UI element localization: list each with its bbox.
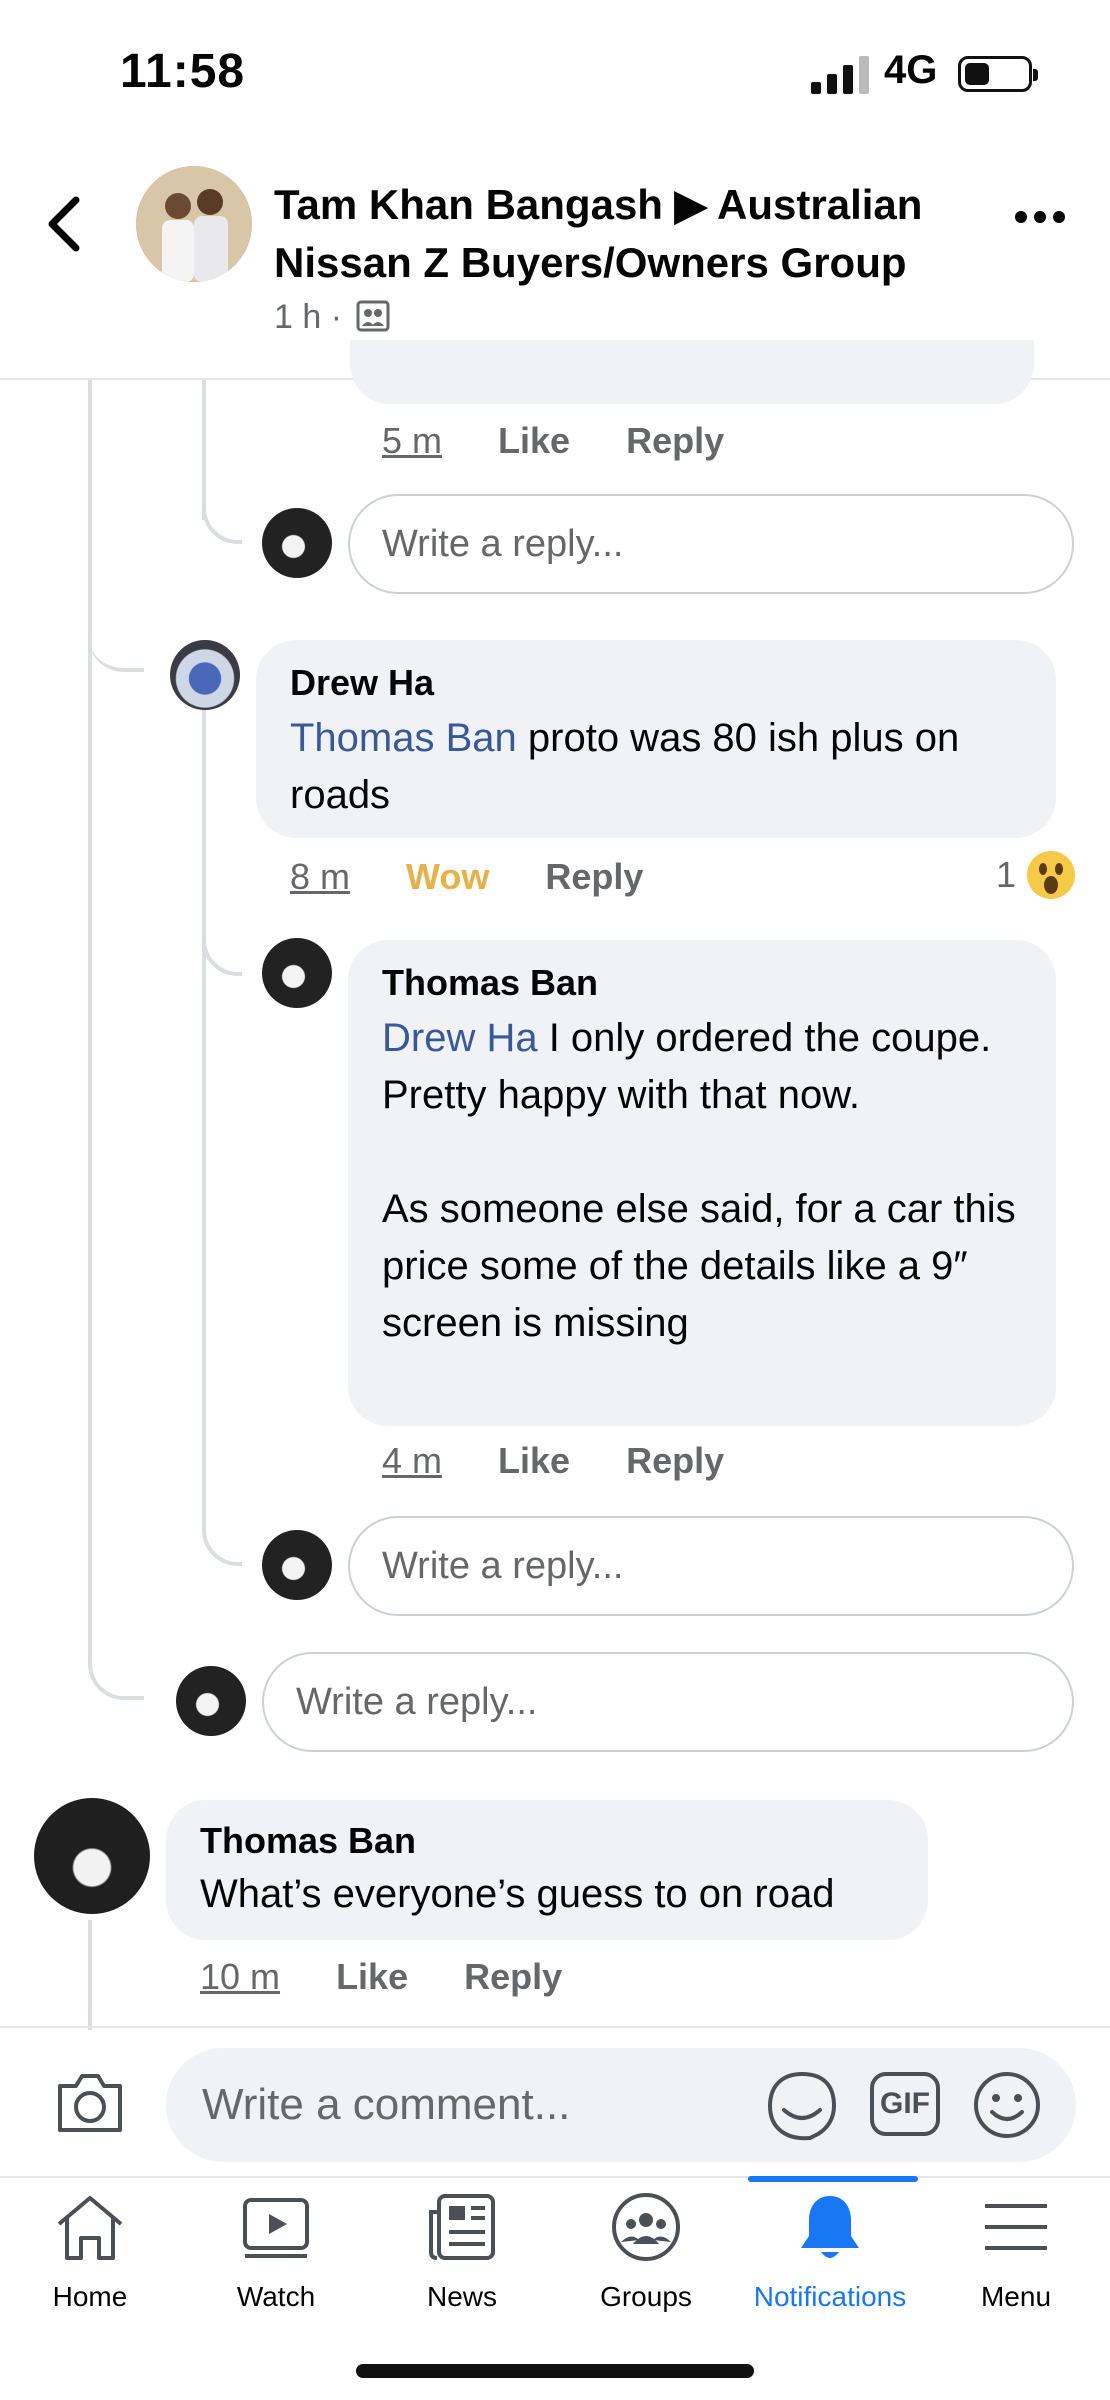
menu-icon — [985, 2204, 1047, 2250]
like-button[interactable]: Like — [336, 1956, 408, 1997]
reply-button[interactable]: Reply — [626, 1440, 724, 1481]
comment-author[interactable]: Thomas Ban — [382, 962, 1022, 1004]
back-arrow-icon[interactable] — [44, 196, 84, 252]
wow-emoji-icon — [1027, 851, 1076, 899]
sticker-icon[interactable] — [766, 2070, 838, 2142]
reply-button[interactable]: Reply — [464, 1956, 562, 1997]
tab-groups[interactable]: Groups — [556, 2192, 736, 2313]
camera-icon[interactable] — [54, 2072, 126, 2134]
post-time: 1 h · — [274, 298, 343, 336]
comment-actions: 4 m Like Reply — [382, 1440, 770, 1482]
comment-author[interactable]: Thomas Ban — [200, 1820, 894, 1862]
comment-time[interactable]: 10 m — [200, 1956, 280, 1997]
comment-text: Thomas Ban proto was 80 ish plus on road… — [290, 710, 1022, 824]
tab-label: News — [426, 2281, 497, 2312]
thread-connector — [88, 560, 144, 672]
thread-connector — [202, 1490, 242, 1566]
thread-connector — [202, 470, 242, 544]
avatar[interactable] — [170, 640, 240, 710]
bell-icon — [801, 2196, 859, 2258]
network-label: 4G — [884, 48, 938, 92]
thread-line-bottom — [88, 1920, 92, 2030]
tab-menu[interactable]: Menu — [926, 2192, 1106, 2313]
nav-divider — [0, 2176, 1110, 2178]
comment-placeholder: Write a comment... — [202, 2080, 571, 2129]
more-options-icon[interactable] — [1014, 210, 1066, 224]
reaction-count: 1 — [996, 854, 1017, 895]
comment-actions: 10 m Like Reply — [200, 1956, 608, 1998]
composer-divider — [0, 2026, 1110, 2028]
thread-line-inner — [202, 690, 206, 1490]
comment-bubble: Thomas Ban What’s everyone’s guess to on… — [166, 1800, 928, 1940]
wow-reaction-button[interactable]: Wow — [406, 856, 489, 897]
comment-actions: 8 m Wow Reply — [290, 856, 689, 898]
tab-label: Notifications — [753, 2281, 907, 2312]
user-avatar — [262, 508, 332, 578]
mention-link[interactable]: Drew Ha — [382, 1016, 538, 1060]
comment-text: What’s everyone’s guess to on road — [200, 1872, 835, 1916]
thread-connector — [202, 900, 242, 976]
user-avatar — [262, 1530, 332, 1600]
post-meta: 1 h · — [274, 298, 390, 337]
comment-time[interactable]: 5 m — [382, 420, 442, 461]
comment-time[interactable]: 8 m — [290, 856, 350, 897]
comment-bubble: Thomas Ban Drew Ha I only ordered the co… — [348, 940, 1056, 1426]
comment-text: Drew Ha I only ordered the coupe. Pretty… — [382, 1010, 1022, 1124]
comment-time[interactable]: 4 m — [382, 1440, 442, 1481]
thread-connector — [88, 1620, 144, 1700]
tab-news[interactable]: News — [372, 2192, 552, 2313]
comment-bubble — [350, 340, 1034, 404]
active-tab-indicator — [748, 2176, 918, 2182]
post-title[interactable]: Tam Khan Bangash ▶ Australian Nissan Z B… — [274, 176, 974, 292]
group-avatar[interactable] — [136, 166, 252, 282]
tab-label: Watch — [236, 2281, 316, 2312]
battery-icon — [958, 56, 1038, 92]
emoji-icon[interactable] — [972, 2070, 1042, 2140]
comment-text-paragraph: As someone else said, for a car this pri… — [382, 1187, 1016, 1345]
tab-label: Menu — [980, 2281, 1052, 2312]
tab-home[interactable]: Home — [0, 2192, 180, 2313]
group-privacy-icon — [356, 300, 389, 332]
home-icon — [57, 2196, 123, 2260]
avatar[interactable] — [34, 1798, 150, 1914]
tab-label: Home — [52, 2281, 128, 2312]
user-avatar — [176, 1666, 246, 1736]
avatar[interactable] — [262, 938, 332, 1008]
reaction-summary[interactable]: 1 — [996, 850, 1076, 900]
tab-notifications[interactable]: Notifications — [740, 2192, 920, 2313]
reply-button[interactable]: Reply — [545, 856, 643, 897]
like-button[interactable]: Like — [498, 420, 570, 461]
mention-link[interactable]: Thomas Ban — [290, 716, 517, 760]
gif-button[interactable]: GIF — [870, 2072, 940, 2136]
news-icon — [429, 2194, 495, 2260]
comment-actions: 5 m Like Reply — [382, 420, 770, 462]
comment-bubble: Drew Ha Thomas Ban proto was 80 ish plus… — [256, 640, 1056, 838]
reply-button[interactable]: Reply — [626, 420, 724, 461]
comment-author[interactable]: Drew Ha — [290, 662, 1022, 704]
reply-input[interactable]: Write a reply... — [348, 1516, 1074, 1616]
reply-input[interactable]: Write a reply... — [262, 1652, 1074, 1752]
signal-icon — [811, 56, 869, 94]
watch-icon — [243, 2198, 309, 2258]
status-time: 11:58 — [120, 45, 246, 98]
tab-watch[interactable]: Watch — [186, 2192, 366, 2313]
groups-icon — [612, 2193, 680, 2261]
reply-input[interactable]: Write a reply... — [348, 494, 1074, 594]
like-button[interactable]: Like — [498, 1440, 570, 1481]
tab-label: Groups — [600, 2281, 692, 2312]
home-indicator — [356, 2364, 754, 2378]
